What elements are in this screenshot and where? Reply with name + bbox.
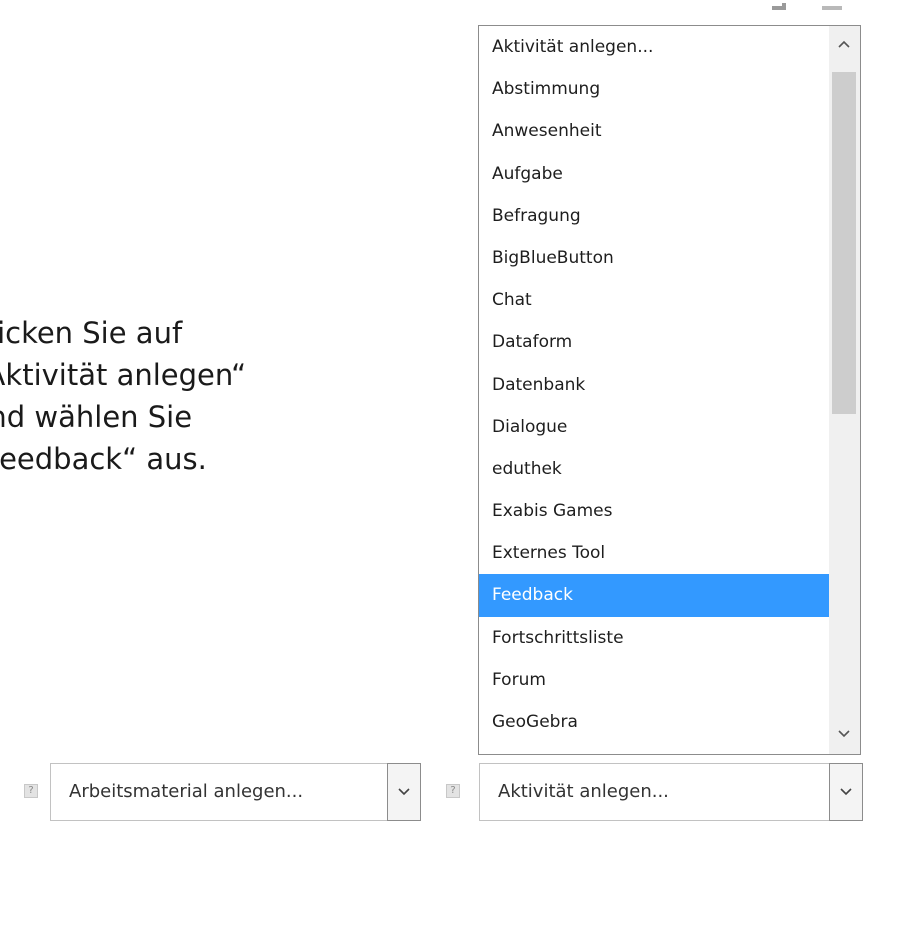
chevron-up-icon: [838, 40, 850, 48]
dropdown-option[interactable]: Anwesenheit: [479, 110, 854, 152]
chevron-down-icon: [838, 730, 850, 738]
resource-select[interactable]: Arbeitsmaterial anlegen...: [50, 763, 421, 821]
dropdown-option[interactable]: GeoGebra: [479, 701, 854, 743]
dropdown-option[interactable]: Dialogue: [479, 406, 854, 448]
dropdown-option[interactable]: BigBlueButton: [479, 237, 854, 279]
resource-select-toggle[interactable]: [387, 763, 421, 821]
scrollbar-thumb[interactable]: [832, 72, 856, 414]
resource-select-value: Arbeitsmaterial anlegen...: [69, 781, 304, 802]
activity-select-toggle[interactable]: [829, 763, 863, 821]
partial-icon: [772, 6, 786, 10]
help-icon[interactable]: ?: [446, 784, 460, 798]
dropdown-option[interactable]: Exabis Games: [479, 490, 854, 532]
dropdown-option[interactable]: Fortschrittsliste: [479, 617, 854, 659]
dropdown-option[interactable]: Aktivität anlegen...: [479, 26, 854, 68]
dropdown-option[interactable]: Forum: [479, 659, 854, 701]
chevron-down-icon: [840, 788, 852, 796]
partial-toolbar-icons: [772, 2, 852, 18]
activity-select-value: Aktivität anlegen...: [498, 781, 669, 802]
activity-toolbar: ? Arbeitsmaterial anlegen... ? Aktivität…: [0, 763, 918, 841]
partial-icon: [822, 6, 842, 10]
dropdown-option[interactable]: Glossar: [479, 743, 854, 754]
chevron-down-icon: [398, 788, 410, 796]
activity-dropdown-list[interactable]: Aktivität anlegen... Abstimmung Anwesenhei…: [478, 25, 861, 755]
dropdown-option[interactable]: Datenbank: [479, 364, 854, 406]
dropdown-option[interactable]: Chat: [479, 279, 854, 321]
dropdown-option[interactable]: Abstimmung: [479, 68, 854, 110]
help-icon[interactable]: ?: [24, 784, 38, 798]
instruction-text: Klicken Sie auf „Aktivität anlegen“ und …: [0, 316, 247, 476]
partial-icon: [782, 3, 786, 6]
dropdown-options: Aktivität anlegen... Abstimmung Anwesenhei…: [479, 26, 854, 754]
scroll-up-button[interactable]: [829, 26, 860, 64]
dropdown-option[interactable]: Aufgabe: [479, 153, 854, 195]
dropdown-option[interactable]: Feedback: [479, 574, 854, 617]
scroll-down-button[interactable]: [829, 716, 860, 754]
dropdown-option[interactable]: Dataform: [479, 321, 854, 363]
dropdown-scrollbar[interactable]: [829, 26, 860, 754]
dropdown-option[interactable]: eduthek: [479, 448, 854, 490]
dropdown-option[interactable]: Externes Tool: [479, 532, 854, 574]
dropdown-option[interactable]: Befragung: [479, 195, 854, 237]
activity-select[interactable]: Aktivität anlegen...: [479, 763, 863, 821]
